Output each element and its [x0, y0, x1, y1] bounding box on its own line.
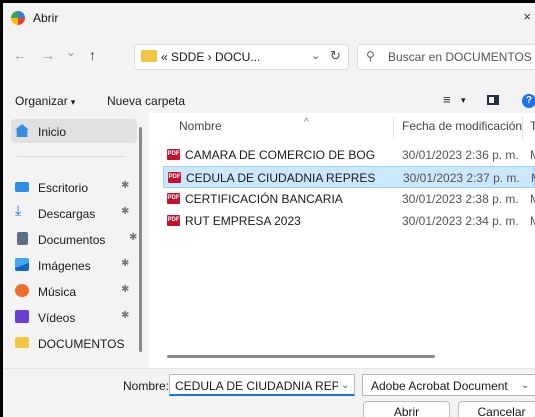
view-options-icon[interactable]: ≡	[443, 92, 451, 107]
chrome-icon	[11, 11, 25, 25]
address-path[interactable]: « SDDE › DOCU...	[161, 50, 260, 64]
file-modified: 30/01/2023 2:34 p. m.	[402, 214, 519, 228]
file-type: M	[530, 214, 535, 228]
column-divider[interactable]	[522, 117, 523, 139]
file-modified: 30/01/2023 2:38 p. m.	[402, 192, 519, 206]
folder-icon	[141, 50, 157, 62]
file-modified: 30/01/2023 2:36 p. m.	[402, 148, 519, 162]
sidebar-item-label: DOCUMENTOS	[38, 337, 125, 351]
search-placeholder: Buscar en DOCUMENTOS RE...	[388, 50, 535, 64]
chevron-down-icon[interactable]: ⌄	[521, 380, 529, 391]
sidebar-item-imagenes[interactable]: Imágenes ✱	[11, 253, 137, 277]
file-row[interactable]: PDF RUT EMPRESA 2023 30/01/2023 2:34 p. …	[163, 210, 535, 232]
pin-icon[interactable]: ✱	[121, 180, 129, 191]
caret-down-icon[interactable]: ▾	[461, 95, 466, 106]
file-row[interactable]: PDF CERTIFICACIÓN BANCARIA 30/01/2023 2:…	[163, 188, 535, 210]
pin-icon[interactable]: ✱	[129, 232, 137, 243]
preview-pane-icon[interactable]	[487, 95, 499, 105]
sidebar-item-musica[interactable]: Música ✱	[11, 279, 137, 303]
file-name: RUT EMPRESA 2023	[185, 214, 301, 228]
title-bar: Abrir ×	[3, 3, 535, 33]
download-icon: ⤓	[15, 202, 22, 218]
file-name: CEDULA DE CIUDADNIA REPRESENTE LE...	[186, 171, 376, 185]
horizontal-scrollbar[interactable]	[167, 355, 435, 358]
sidebar-item-label: Documentos	[38, 233, 106, 247]
back-icon[interactable]: ←	[13, 47, 27, 63]
file-list: Nombre ^ Fecha de modificación Ti PDF CA…	[149, 113, 535, 368]
chevron-down-icon[interactable]: ⌄	[341, 380, 349, 391]
pdf-file-icon: PDF	[168, 172, 181, 183]
sidebar-item-label: Imágenes	[38, 259, 91, 273]
file-type-value: Adobe Acrobat Document	[371, 379, 508, 393]
sidebar-item-videos[interactable]: Vídeos ✱	[11, 305, 137, 329]
organize-button[interactable]: Organizar ▾	[15, 94, 75, 108]
pdf-file-icon: PDF	[167, 193, 180, 204]
new-folder-button[interactable]: Nueva carpeta	[107, 94, 185, 108]
file-row[interactable]: PDF CAMARA DE COMERCIO DE BOGOTA 30/01/2…	[163, 144, 535, 166]
file-name-field[interactable]: CEDULA DE CIUDADNIA REPRESENT ⌄	[169, 374, 355, 396]
file-row-selected[interactable]: PDF CEDULA DE CIUDADNIA REPRESENTE LE...…	[163, 166, 535, 188]
search-icon: ⚲	[366, 49, 375, 63]
sidebar-item-label: Vídeos	[38, 311, 76, 325]
sidebar-item-inicio[interactable]: Inicio	[11, 119, 137, 143]
pin-icon[interactable]: ✱	[121, 310, 129, 321]
pdf-file-icon: PDF	[167, 149, 180, 160]
column-header-type[interactable]: Ti	[530, 119, 535, 133]
file-name-value[interactable]: CEDULA DE CIUDADNIA REPRESENT	[175, 379, 338, 393]
desktop-icon	[15, 182, 29, 192]
sidebar-divider	[17, 156, 125, 157]
music-icon	[15, 284, 29, 297]
sidebar-scrollbar[interactable]	[139, 127, 142, 352]
navigation-bar: ← → ⌄ ↑ « SDDE › DOCU... ⌄ ↻ ⚲ Buscar en…	[3, 41, 535, 71]
sidebar-item-documentos-folder[interactable]: DOCUMENTOS	[11, 331, 137, 355]
up-folder-icon[interactable]: ↑	[89, 47, 96, 63]
file-type-select[interactable]: Adobe Acrobat Document ⌄	[362, 374, 535, 396]
pin-icon[interactable]: ✱	[121, 258, 129, 269]
search-input[interactable]: ⚲ Buscar en DOCUMENTOS RE...	[357, 44, 535, 70]
column-header-modified[interactable]: Fecha de modificación	[402, 119, 522, 133]
file-type: M	[530, 148, 535, 162]
chevron-down-icon[interactable]: ⌄	[311, 49, 320, 62]
file-name: CAMARA DE COMERCIO DE BOGOTA	[185, 148, 375, 162]
sidebar-item-descargas[interactable]: ⤓ Descargas ✱	[11, 201, 137, 225]
refresh-icon[interactable]: ↻	[330, 48, 341, 64]
folder-icon	[15, 337, 29, 348]
file-type: M	[530, 192, 535, 206]
file-modified: 30/01/2023 2:37 p. m.	[403, 171, 520, 185]
command-bar: Organizar ▾ Nueva carpeta ≡ ▾ ?	[3, 89, 535, 113]
file-name: CERTIFICACIÓN BANCARIA	[185, 192, 343, 206]
home-icon	[15, 124, 29, 137]
sidebar-item-label: Descargas	[38, 207, 96, 221]
file-name-label: Nombre:	[123, 379, 170, 393]
open-button[interactable]: Abrir	[363, 401, 450, 417]
pictures-icon	[15, 258, 29, 271]
address-bar[interactable]: « SDDE › DOCU... ⌄ ↻	[134, 44, 349, 70]
column-divider[interactable]	[393, 117, 394, 139]
pdf-file-icon: PDF	[167, 215, 180, 226]
documents-icon	[17, 232, 28, 245]
videos-icon	[15, 310, 29, 323]
pin-icon[interactable]: ✱	[121, 284, 129, 295]
forward-icon[interactable]: →	[41, 47, 55, 63]
sidebar-item-documentos[interactable]: Documentos ✱	[11, 227, 137, 251]
file-type: M	[531, 171, 535, 185]
caret-down-icon: ▾	[70, 97, 76, 107]
organize-label: Organizar	[15, 94, 68, 108]
pin-icon[interactable]: ✱	[121, 206, 129, 217]
column-header-label: Nombre	[179, 119, 222, 133]
help-icon[interactable]: ?	[522, 94, 535, 108]
window-title: Abrir	[33, 11, 59, 25]
column-header-name[interactable]: Nombre ^	[179, 117, 309, 133]
recent-locations-icon[interactable]: ⌄	[66, 45, 76, 59]
cancel-button[interactable]: Cancelar	[458, 401, 535, 417]
sidebar-item-label: Escritorio	[38, 181, 89, 195]
sidebar-item-label: Música	[38, 285, 77, 299]
close-icon[interactable]: ×	[523, 9, 531, 24]
navigation-pane: Inicio Escritorio ✱ ⤓ Descargas ✱ Docume…	[3, 113, 148, 368]
open-file-dialog: Abrir × ← → ⌄ ↑ « SDDE › DOCU... ⌄ ↻ ⚲ B…	[3, 3, 535, 417]
sort-ascending-icon: ^	[304, 117, 309, 128]
sidebar-item-label: Inicio	[38, 125, 67, 139]
dialog-footer: Nombre: CEDULA DE CIUDADNIA REPRESENT ⌄ …	[3, 368, 535, 417]
sidebar-item-escritorio[interactable]: Escritorio ✱	[11, 175, 137, 199]
